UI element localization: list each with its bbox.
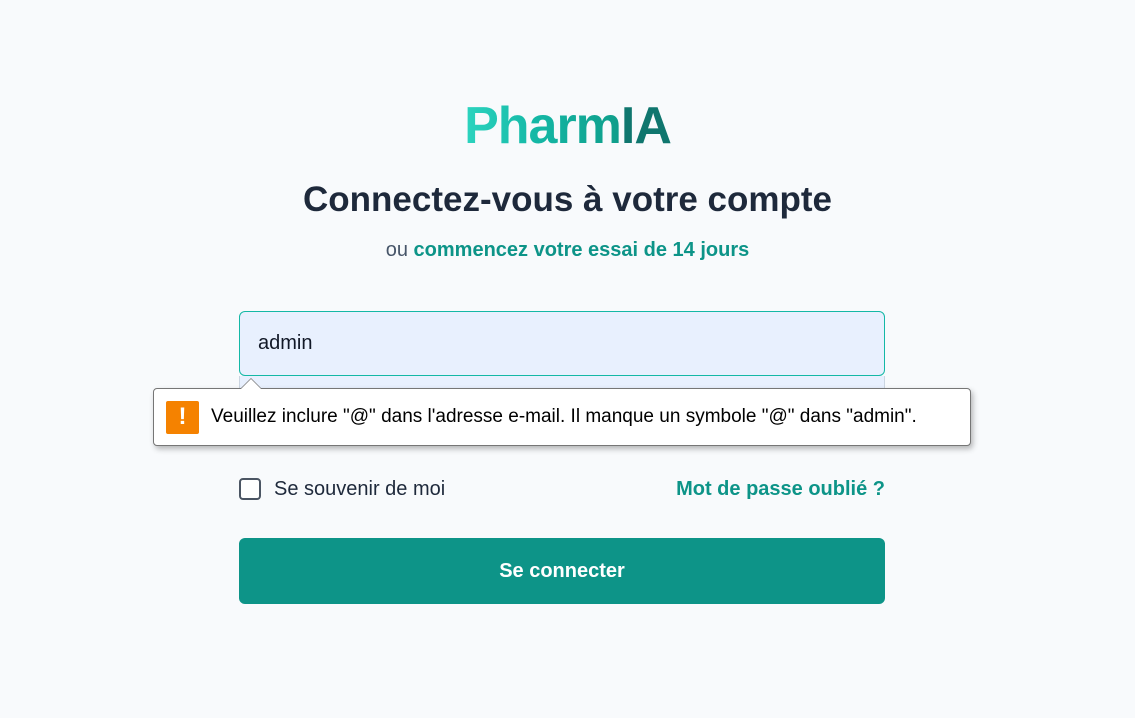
page-title: Connectez-vous à votre compte bbox=[303, 180, 832, 219]
start-trial-link[interactable]: commencez votre essai de 14 jours bbox=[414, 239, 750, 261]
signup-prompt-prefix: ou bbox=[385, 239, 408, 261]
validation-message: Veuillez inclure "@" dans l'adresse e-ma… bbox=[211, 406, 917, 427]
tooltip-arrow bbox=[240, 378, 262, 389]
login-button[interactable]: Se connecter bbox=[239, 538, 885, 604]
logo-part-pharm: Pharm bbox=[464, 97, 622, 155]
forgot-password-link[interactable]: Mot de passe oublié ? bbox=[676, 477, 885, 501]
validation-tooltip: ! Veuillez inclure "@" dans l'adresse e-… bbox=[153, 378, 971, 446]
remember-me-checkbox[interactable] bbox=[239, 478, 261, 500]
pharmia-logo: PharmIA bbox=[0, 96, 1135, 156]
signup-prompt: ou commencez votre essai de 14 jours bbox=[0, 238, 1135, 262]
logo-part-ia: IA bbox=[620, 97, 672, 155]
login-page: PharmIA Connectez-vous à votre compte ou… bbox=[0, 0, 1135, 718]
email-field[interactable] bbox=[239, 311, 885, 376]
remember-me[interactable]: Se souvenir de moi bbox=[239, 477, 445, 501]
warning-icon: ! bbox=[166, 400, 199, 434]
remember-me-label[interactable]: Se souvenir de moi bbox=[274, 478, 445, 501]
